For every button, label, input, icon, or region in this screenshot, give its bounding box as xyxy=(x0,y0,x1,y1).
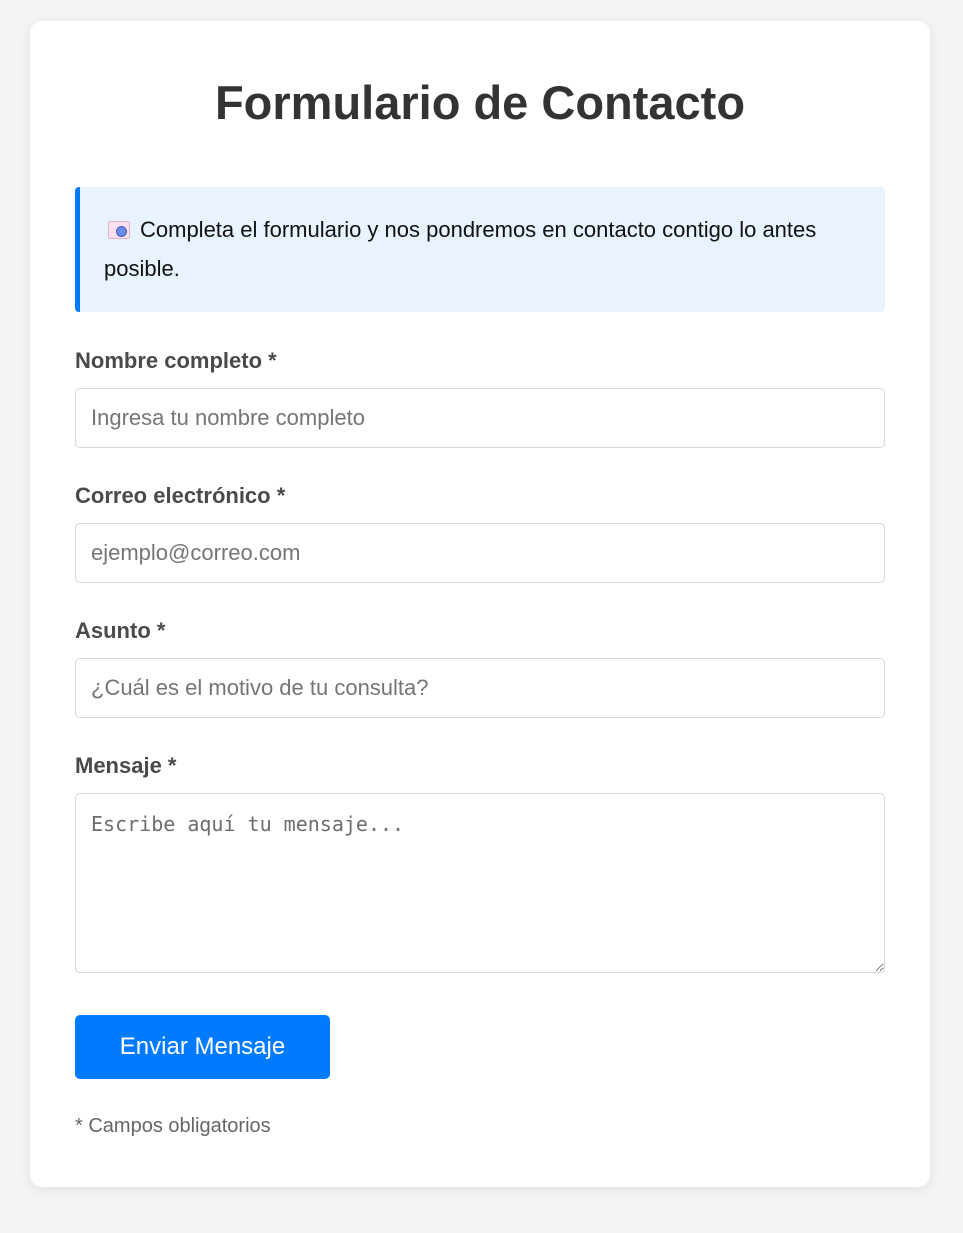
subject-input[interactable] xyxy=(75,658,885,718)
message-label: Mensaje * xyxy=(75,753,177,778)
submit-button[interactable]: Enviar Mensaje xyxy=(75,1015,330,1079)
subject-label: Asunto * xyxy=(75,618,166,643)
name-field-group: Nombre completo * xyxy=(75,347,885,448)
name-label: Nombre completo * xyxy=(75,348,277,373)
subject-field-group: Asunto * xyxy=(75,617,885,718)
page-title: Formulario de Contacto xyxy=(214,76,746,129)
name-input[interactable] xyxy=(75,388,885,448)
info-banner-text: Completa el formulario y nos pondremos e… xyxy=(104,217,817,281)
info-banner: Completa el formulario y nos pondremos e… xyxy=(75,187,885,312)
id-card-icon xyxy=(108,221,130,239)
message-textarea[interactable] xyxy=(75,793,885,973)
email-label: Correo electrónico * xyxy=(75,483,286,508)
required-fields-note: * Campos obligatorios xyxy=(75,1115,271,1137)
email-input[interactable] xyxy=(75,523,885,583)
message-field-group: Mensaje * xyxy=(75,752,885,973)
contact-form-card: Formulario de Contacto Completa el formu… xyxy=(30,21,930,1187)
email-field-group: Correo electrónico * xyxy=(75,482,885,583)
